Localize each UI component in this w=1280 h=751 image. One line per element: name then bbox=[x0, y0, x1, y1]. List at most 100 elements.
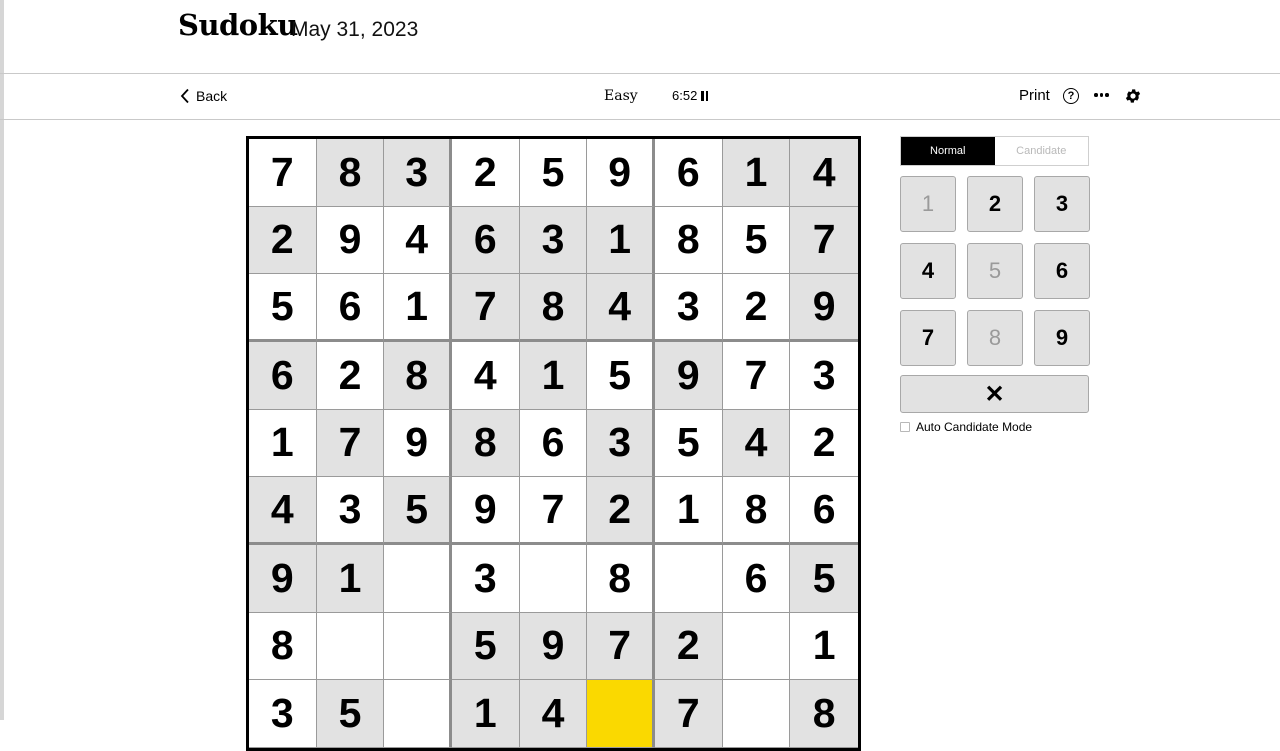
candidate-mode-button[interactable]: Candidate bbox=[994, 137, 1088, 165]
board-cell[interactable]: 5 bbox=[316, 680, 385, 748]
board-cell[interactable]: 3 bbox=[519, 206, 588, 275]
number-key-7[interactable]: 7 bbox=[900, 310, 956, 366]
board-cell[interactable]: 3 bbox=[249, 680, 317, 748]
board-cell[interactable]: 7 bbox=[654, 680, 723, 748]
board-cell[interactable]: 8 bbox=[249, 612, 317, 681]
board-cell[interactable]: 6 bbox=[249, 341, 317, 410]
board-cell[interactable]: 1 bbox=[654, 477, 723, 545]
board-cell[interactable]: 4 bbox=[451, 341, 520, 410]
board-cell[interactable]: 4 bbox=[722, 409, 791, 478]
board-cell[interactable]: 1 bbox=[249, 409, 317, 478]
board-cell[interactable] bbox=[384, 612, 452, 681]
board-cell[interactable]: 2 bbox=[316, 341, 385, 410]
board-cell[interactable]: 7 bbox=[722, 341, 791, 410]
number-key-9[interactable]: 9 bbox=[1034, 310, 1090, 366]
board-cell[interactable]: 1 bbox=[722, 139, 791, 207]
board-cell[interactable]: 5 bbox=[249, 274, 317, 342]
board-cell[interactable]: 9 bbox=[519, 612, 588, 681]
board-cell[interactable]: 9 bbox=[316, 206, 385, 275]
help-icon[interactable]: ? bbox=[1063, 88, 1079, 104]
normal-mode-button[interactable]: Normal bbox=[901, 137, 995, 165]
board-cell[interactable]: 7 bbox=[587, 612, 655, 681]
board-cell[interactable]: 6 bbox=[790, 477, 858, 545]
board-cell[interactable]: 6 bbox=[519, 409, 588, 478]
board-cell[interactable]: 8 bbox=[790, 680, 858, 748]
board-cell[interactable]: 1 bbox=[384, 274, 452, 342]
board-cell[interactable]: 1 bbox=[316, 544, 385, 613]
board-cell[interactable]: 2 bbox=[587, 477, 655, 545]
number-key-5[interactable]: 5 bbox=[967, 243, 1023, 299]
number-key-2[interactable]: 2 bbox=[967, 176, 1023, 232]
board-cell[interactable]: 5 bbox=[519, 139, 588, 207]
board-cell[interactable]: 3 bbox=[790, 341, 858, 410]
board-cell[interactable]: 9 bbox=[384, 409, 452, 478]
board-cell[interactable]: 6 bbox=[654, 139, 723, 207]
board-cell[interactable] bbox=[722, 680, 791, 748]
board-cell[interactable] bbox=[519, 544, 588, 613]
board-cell[interactable] bbox=[722, 612, 791, 681]
auto-candidate-checkbox[interactable] bbox=[900, 422, 910, 432]
board-cell[interactable]: 8 bbox=[451, 409, 520, 478]
board-cell[interactable]: 4 bbox=[790, 139, 858, 207]
board-cell[interactable] bbox=[587, 680, 655, 748]
board-cell[interactable]: 3 bbox=[451, 544, 520, 613]
board-cell[interactable]: 3 bbox=[587, 409, 655, 478]
board-cell[interactable]: 8 bbox=[384, 341, 452, 410]
board-cell[interactable]: 6 bbox=[451, 206, 520, 275]
board-cell[interactable]: 9 bbox=[249, 544, 317, 613]
number-key-3[interactable]: 3 bbox=[1034, 176, 1090, 232]
board-cell[interactable] bbox=[654, 544, 723, 613]
board-cell[interactable] bbox=[384, 680, 452, 748]
board-cell[interactable]: 7 bbox=[519, 477, 588, 545]
board-cell[interactable]: 3 bbox=[316, 477, 385, 545]
board-cell[interactable]: 8 bbox=[587, 544, 655, 613]
board-cell[interactable]: 3 bbox=[654, 274, 723, 342]
back-button[interactable]: Back bbox=[180, 86, 227, 106]
number-key-8[interactable]: 8 bbox=[967, 310, 1023, 366]
board-cell[interactable]: 2 bbox=[790, 409, 858, 478]
board-cell[interactable]: 5 bbox=[790, 544, 858, 613]
erase-button[interactable]: ✕ bbox=[900, 375, 1089, 413]
board-cell[interactable]: 4 bbox=[249, 477, 317, 545]
board-cell[interactable]: 9 bbox=[451, 477, 520, 545]
board-cell[interactable]: 8 bbox=[654, 206, 723, 275]
board-cell[interactable]: 7 bbox=[790, 206, 858, 275]
board-cell[interactable]: 9 bbox=[654, 341, 723, 410]
board-cell[interactable]: 7 bbox=[451, 274, 520, 342]
board-cell[interactable]: 9 bbox=[790, 274, 858, 342]
number-key-6[interactable]: 6 bbox=[1034, 243, 1090, 299]
board-cell[interactable]: 5 bbox=[451, 612, 520, 681]
print-button[interactable]: Print bbox=[1019, 87, 1050, 104]
board-cell[interactable]: 1 bbox=[790, 612, 858, 681]
board-cell[interactable] bbox=[384, 544, 452, 613]
board-cell[interactable]: 6 bbox=[722, 544, 791, 613]
board-cell[interactable]: 3 bbox=[384, 139, 452, 207]
board-cell[interactable] bbox=[316, 612, 385, 681]
gear-icon[interactable] bbox=[1124, 87, 1142, 105]
board-cell[interactable]: 7 bbox=[249, 139, 317, 207]
board-cell[interactable]: 4 bbox=[587, 274, 655, 342]
board-cell[interactable]: 2 bbox=[451, 139, 520, 207]
board-cell[interactable]: 1 bbox=[587, 206, 655, 275]
number-key-1[interactable]: 1 bbox=[900, 176, 956, 232]
board-cell[interactable]: 8 bbox=[519, 274, 588, 342]
board-cell[interactable]: 2 bbox=[249, 206, 317, 275]
board-cell[interactable]: 5 bbox=[654, 409, 723, 478]
board-cell[interactable]: 1 bbox=[451, 680, 520, 748]
board-cell[interactable]: 5 bbox=[587, 341, 655, 410]
board-cell[interactable]: 1 bbox=[519, 341, 588, 410]
board-cell[interactable]: 8 bbox=[316, 139, 385, 207]
pause-icon[interactable] bbox=[701, 90, 709, 101]
board-cell[interactable]: 6 bbox=[316, 274, 385, 342]
board-cell[interactable]: 2 bbox=[654, 612, 723, 681]
number-key-4[interactable]: 4 bbox=[900, 243, 956, 299]
board-cell[interactable]: 2 bbox=[722, 274, 791, 342]
board-cell[interactable]: 9 bbox=[587, 139, 655, 207]
board-cell[interactable]: 5 bbox=[384, 477, 452, 545]
board-cell[interactable]: 4 bbox=[519, 680, 588, 748]
board-cell[interactable]: 7 bbox=[316, 409, 385, 478]
board-cell[interactable]: 4 bbox=[384, 206, 452, 275]
board-cell[interactable]: 8 bbox=[722, 477, 791, 545]
board-cell[interactable]: 5 bbox=[722, 206, 791, 275]
ellipsis-icon[interactable] bbox=[1094, 93, 1109, 97]
